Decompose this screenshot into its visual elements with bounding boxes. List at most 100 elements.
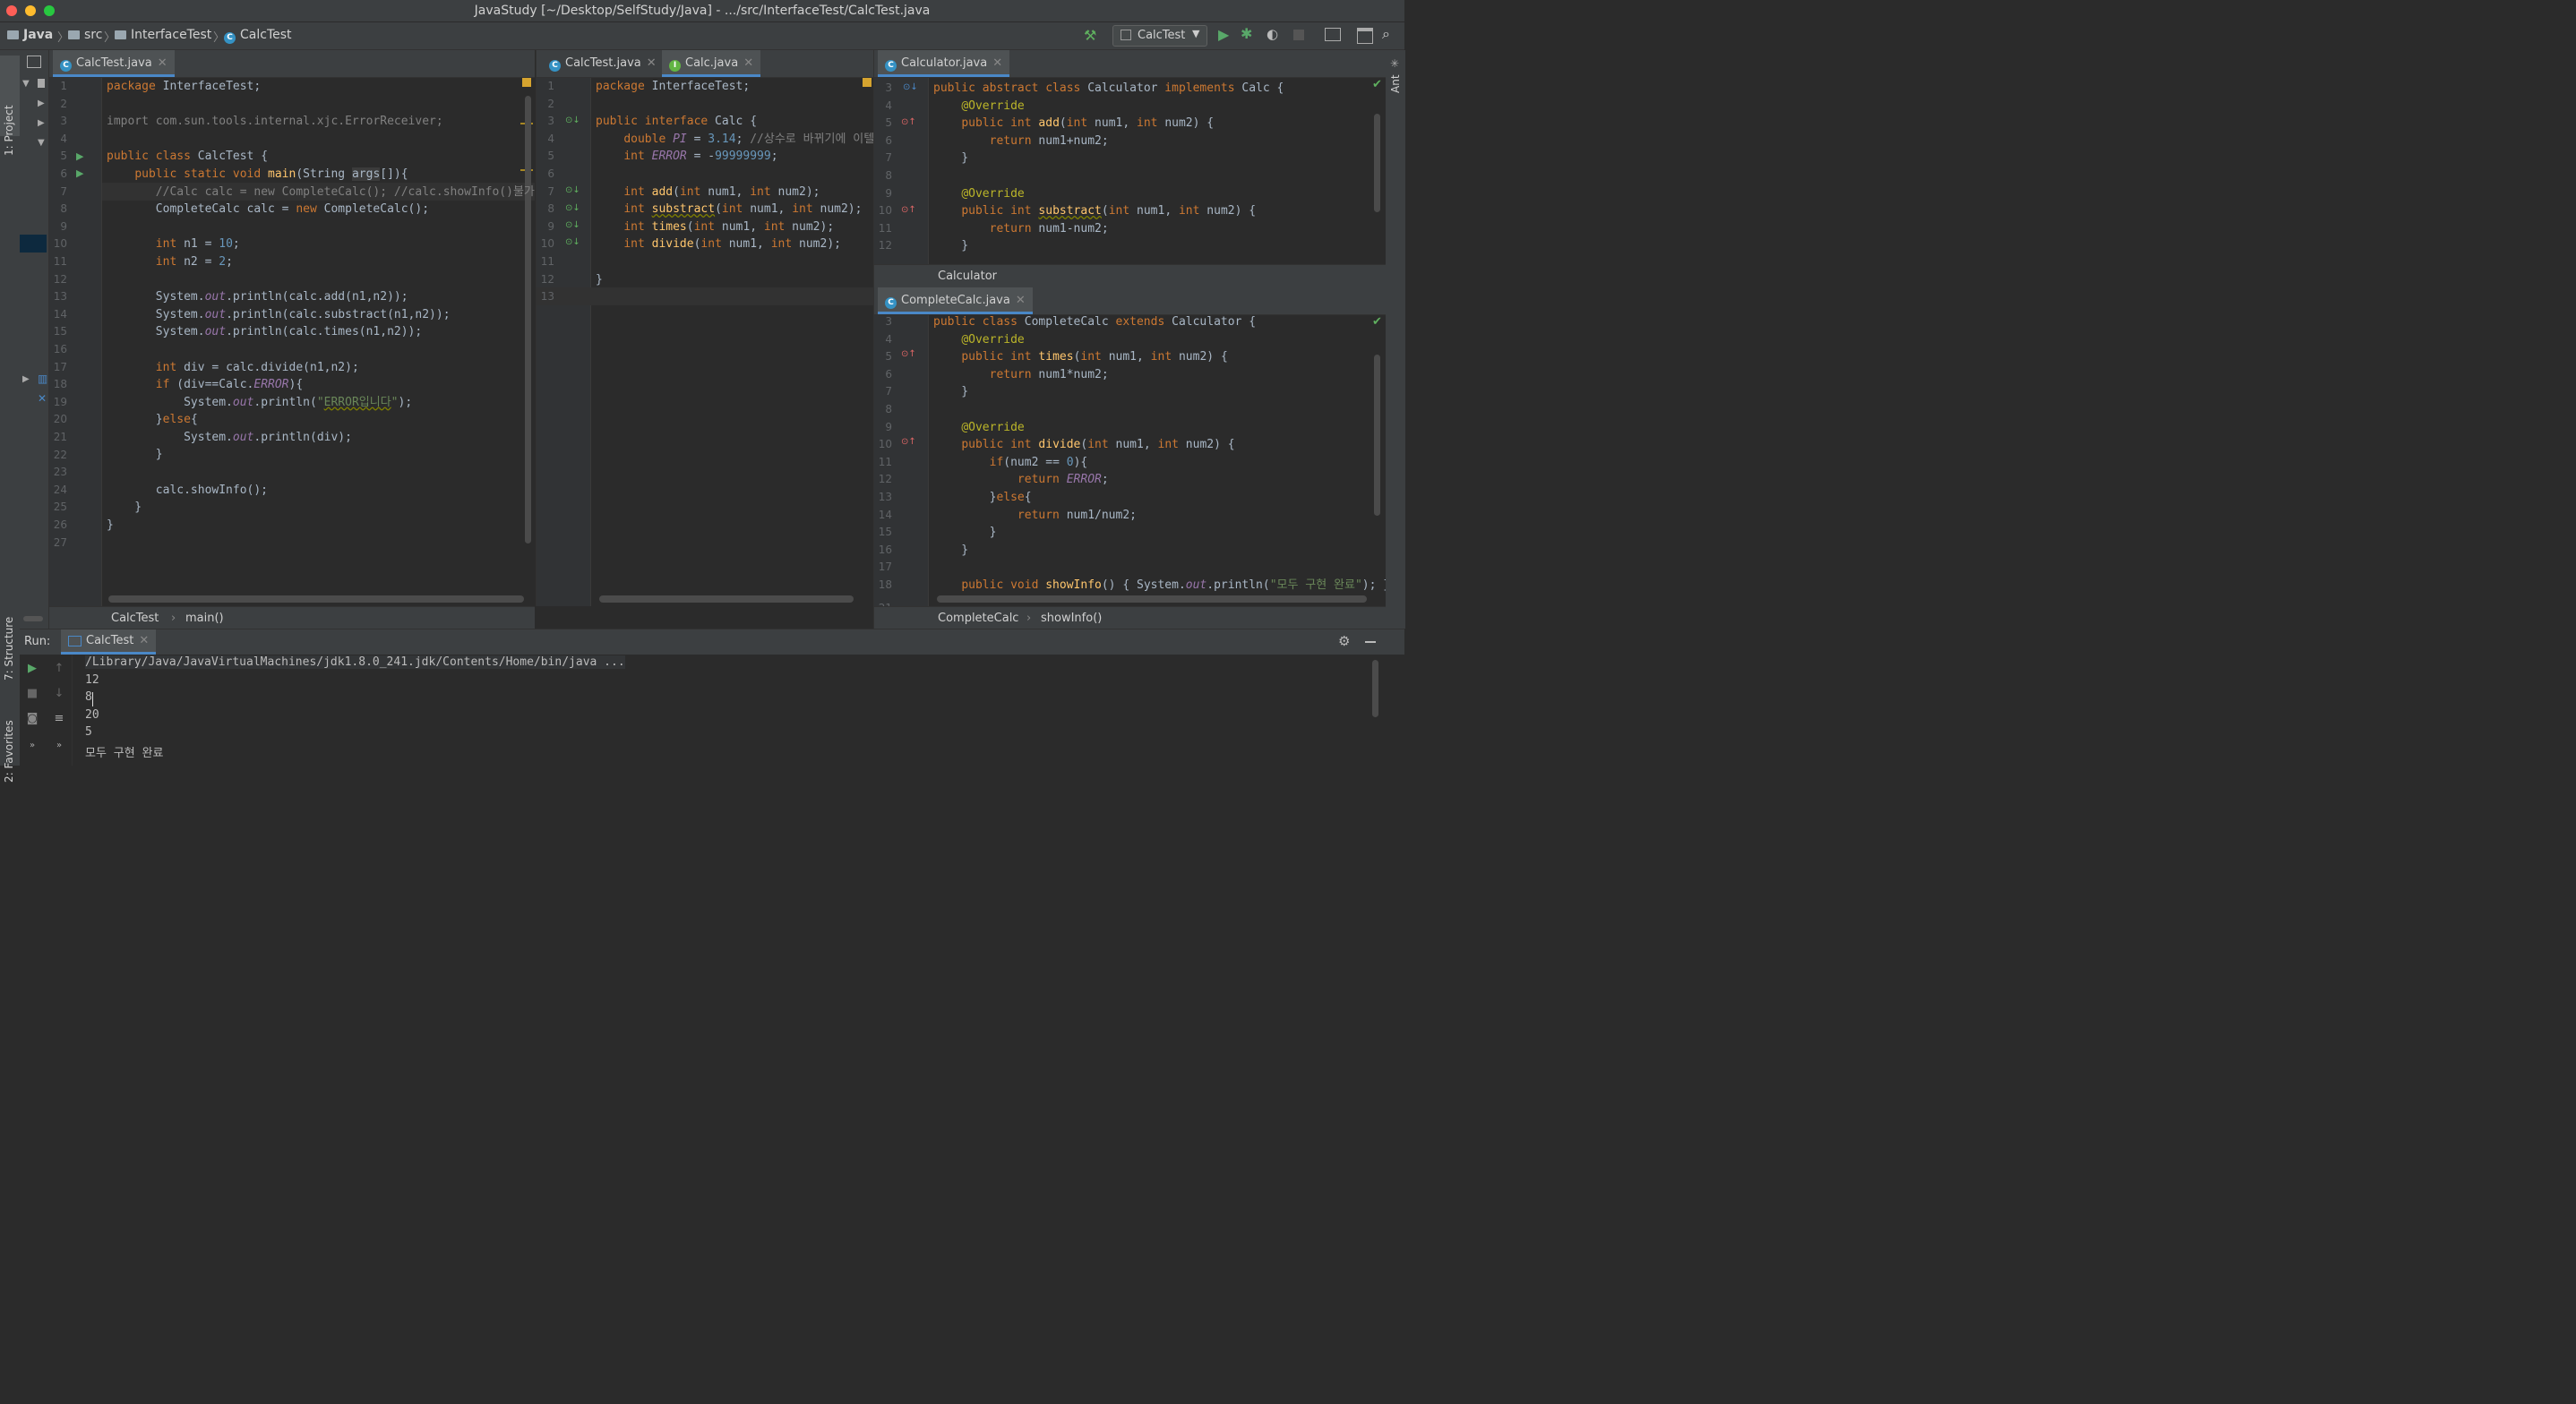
- tab-completecalc-java[interactable]: C CompleteCalc.java ✕: [878, 287, 1033, 314]
- editor-pane-completecalc[interactable]: 345678910111213141516171821 ⊙↑ ⊙↑ ✔ publ…: [873, 315, 1386, 606]
- camera-icon[interactable]: ◙: [25, 712, 39, 726]
- stop-icon[interactable]: [1293, 30, 1304, 40]
- close-tab-icon[interactable]: ✕: [743, 56, 753, 70]
- no-problems-check-icon: ✔: [1372, 78, 1382, 91]
- build-hammer-icon[interactable]: ⚒: [1084, 27, 1096, 44]
- project-tree-strip: ▼ ▶ ▶ ▼ ▶ ▥ ✕: [20, 50, 49, 629]
- stop-icon[interactable]: ■: [25, 687, 39, 701]
- run-tab-calctest[interactable]: CalcTest ✕: [61, 629, 157, 655]
- soft-wrap-icon[interactable]: ≡: [52, 712, 66, 726]
- ant-tool-label[interactable]: Ant: [1389, 74, 1402, 93]
- breadcrumb-completecalc: CompleteCalc › showInfo(): [873, 606, 1386, 630]
- search-icon[interactable]: ⌕: [1382, 25, 1390, 43]
- implemented-gutter-icon[interactable]: ⊙↓: [565, 116, 580, 125]
- run-config-dropdown[interactable]: CalcTest ▼: [1112, 25, 1207, 47]
- class-icon: C: [885, 60, 897, 72]
- implemented-gutter-icon[interactable]: ⊙↓: [565, 185, 580, 195]
- editor-pane-calctest[interactable]: 1 2 3 4 5 6 7 8 9 10 11 12 13 14 15 16 17 18 19 20 21 22 23 24 2…: [49, 78, 535, 606]
- navigation-bar: Java 〉 src 〉 InterfaceTest 〉 C CalcTest ⚒…: [0, 22, 1404, 50]
- horizontal-scrollbar[interactable]: [599, 595, 854, 603]
- more-icon[interactable]: »: [25, 739, 39, 753]
- line-number: 11: [878, 455, 892, 468]
- vertical-scrollbar[interactable]: [1372, 660, 1378, 717]
- breadcrumb-class[interactable]: CalcTest: [111, 607, 159, 630]
- line-number: 17: [53, 360, 67, 373]
- nav-crumb-class[interactable]: C CalcTest: [224, 28, 292, 44]
- tree-expand-icon[interactable]: ▼: [38, 138, 45, 148]
- structure-tool-label[interactable]: 7: Structure: [3, 617, 15, 681]
- line-number: 7: [885, 385, 892, 398]
- debug-icon[interactable]: ✱: [1241, 25, 1252, 42]
- vertical-scrollbar[interactable]: [1374, 114, 1380, 212]
- implemented-gutter-icon[interactable]: ⊙↓: [565, 203, 580, 213]
- project-view-icon[interactable]: [27, 56, 41, 68]
- line-number: 4: [885, 332, 892, 346]
- close-tab-icon[interactable]: ✕: [1016, 294, 1026, 307]
- breadcrumb-class[interactable]: CompleteCalc: [938, 607, 1018, 630]
- more-icon[interactable]: »: [52, 739, 66, 753]
- arrow-down-icon[interactable]: ↓: [52, 687, 66, 701]
- minimize-panel-icon[interactable]: [1365, 641, 1376, 643]
- tab-calctest-java-2[interactable]: C CalcTest.java ✕: [542, 50, 664, 77]
- line-number: 8: [547, 202, 554, 216]
- nav-crumb-package[interactable]: InterfaceTest: [115, 28, 211, 42]
- chevron-down-icon: ▼: [1192, 28, 1200, 39]
- zoom-window-button[interactable]: [44, 5, 55, 16]
- project-tool-label[interactable]: 1: Project: [3, 105, 15, 156]
- project-structure-icon[interactable]: [1325, 28, 1341, 41]
- tab-calc-java[interactable]: I Calc.java ✕: [662, 50, 761, 77]
- implements-gutter-icon[interactable]: ⊙↓: [903, 82, 918, 92]
- layout-icon[interactable]: [1357, 28, 1373, 44]
- override-gutter-icon[interactable]: ⊙↑: [901, 117, 916, 127]
- favorites-tool-label[interactable]: 2: Favorites: [3, 720, 15, 783]
- editor-pane-calculator[interactable]: 3 4 5 6 7 8 9 10 11 12 ⊙↓ ⊙↑ ⊙↑ ✔ public abstract…: [873, 78, 1386, 264]
- line-number: 15: [878, 526, 892, 539]
- override-gutter-icon[interactable]: ⊙↑: [901, 205, 916, 215]
- class-icon: C: [224, 32, 236, 44]
- line-number: 1: [60, 80, 67, 92]
- override-gutter-icon[interactable]: ⊙↑: [901, 349, 916, 359]
- run-console[interactable]: ▶ ↑ ■ ↓ ◙ ≡ » » /Library/Java/JavaVirtua…: [20, 655, 1404, 766]
- tree-collapse-icon[interactable]: ▶: [22, 374, 30, 384]
- coverage-icon[interactable]: ◐: [1267, 26, 1278, 42]
- close-window-button[interactable]: [6, 5, 17, 16]
- line-number: 10: [53, 237, 67, 251]
- implemented-gutter-icon[interactable]: ⊙↓: [565, 220, 580, 230]
- close-tab-icon[interactable]: ✕: [992, 56, 1002, 70]
- rerun-icon[interactable]: ▶: [25, 662, 39, 676]
- run-gutter-icon[interactable]: ▶: [76, 150, 83, 162]
- close-tab-icon[interactable]: ✕: [139, 634, 149, 647]
- arrow-up-icon[interactable]: ↑: [52, 662, 66, 676]
- implemented-gutter-icon[interactable]: ⊙↓: [565, 237, 580, 247]
- line-number: 5: [60, 150, 67, 163]
- tree-scrollbar[interactable]: [23, 616, 43, 621]
- tree-collapse-icon[interactable]: ▶: [38, 118, 45, 128]
- line-number: 6: [885, 367, 892, 381]
- line-number: 27: [53, 535, 67, 549]
- tree-expand-icon[interactable]: ▼: [22, 79, 30, 89]
- calculator-breadcrumb[interactable]: Calculator: [938, 265, 997, 288]
- current-line-highlight: [537, 287, 873, 305]
- nav-crumb-project[interactable]: Java: [7, 28, 53, 42]
- line-number: 13: [540, 290, 554, 304]
- horizontal-scrollbar[interactable]: [937, 595, 1367, 603]
- run-icon[interactable]: ▶: [1218, 26, 1229, 43]
- folder-icon: [115, 30, 126, 39]
- tab-calculator-java[interactable]: C Calculator.java ✕: [878, 50, 1010, 77]
- calculator-footer: Calculator: [873, 264, 1386, 288]
- close-tab-icon[interactable]: ✕: [158, 56, 167, 70]
- breadcrumb-method[interactable]: main(): [185, 607, 224, 630]
- selected-tree-row[interactable]: [20, 235, 47, 253]
- line-number: 12: [540, 272, 554, 286]
- breadcrumb-method[interactable]: showInfo(): [1041, 607, 1102, 630]
- run-gutter-icon[interactable]: ▶: [76, 167, 83, 179]
- editor-pane-calc[interactable]: 1 2 3 4 5 6 7 8 9 10 11 12 13 ⊙↓ ⊙↓ ⊙↓ ⊙↓ ⊙↓ package…: [536, 78, 873, 606]
- minimize-window-button[interactable]: [25, 5, 36, 16]
- horizontal-scrollbar[interactable]: [108, 595, 524, 603]
- override-gutter-icon[interactable]: ⊙↑: [901, 437, 916, 447]
- tree-collapse-icon[interactable]: ▶: [38, 98, 45, 108]
- gear-icon[interactable]: ⚙: [1338, 633, 1350, 649]
- nav-crumb-src[interactable]: src: [68, 28, 102, 42]
- close-tab-icon[interactable]: ✕: [647, 56, 657, 70]
- tab-calctest-java[interactable]: C CalcTest.java ✕: [53, 50, 175, 77]
